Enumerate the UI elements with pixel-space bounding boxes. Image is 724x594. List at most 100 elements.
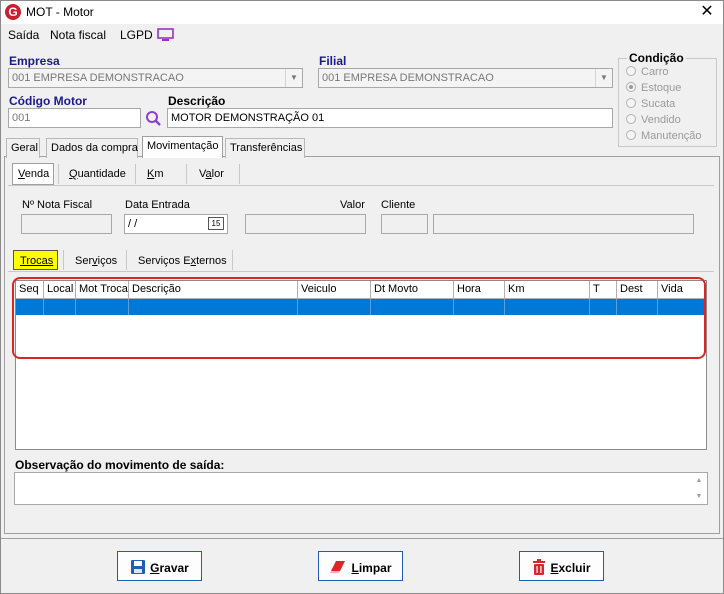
table-cell[interactable] (16, 299, 44, 315)
radio-manutencao[interactable]: Manutenção (626, 130, 702, 142)
subtab-km[interactable]: Km (144, 166, 167, 182)
grid-header: Seq Local Mot Troca Descrição Veiculo Dt… (16, 281, 706, 299)
table-cell[interactable] (298, 299, 371, 315)
col-hora[interactable]: Hora (454, 281, 505, 299)
col-descricao[interactable]: Descrição (129, 281, 298, 299)
divider (63, 250, 64, 270)
radio-icon[interactable] (626, 82, 636, 92)
col-veiculo[interactable]: Veiculo (298, 281, 371, 299)
nota-fiscal-input[interactable] (21, 214, 112, 234)
radio-label: Vendido (641, 114, 681, 126)
nota-fiscal-label: Nº Nota Fiscal (22, 199, 93, 211)
menu-lgpd[interactable]: LGPD (120, 28, 153, 42)
col-seq[interactable]: Seq (16, 281, 44, 299)
divider (58, 164, 59, 184)
radio-estoque[interactable]: Estoque (626, 82, 681, 94)
app-logo-icon: G (5, 4, 21, 20)
radio-carro[interactable]: Carro (626, 66, 669, 78)
empresa-label: Empresa (9, 54, 60, 68)
radio-sucata[interactable]: Sucata (626, 98, 675, 110)
codigo-label: Código Motor (9, 94, 87, 108)
radio-label: Sucata (641, 98, 676, 110)
scroll-up-icon[interactable]: ▲ (693, 475, 705, 487)
cliente-code-input[interactable] (381, 214, 428, 234)
observacao-label: Observação do movimento de saída: (15, 458, 225, 472)
radio-label: Carro (641, 66, 669, 78)
condicao-label: Condição (627, 51, 686, 65)
close-icon[interactable]: ✕ (695, 2, 719, 22)
tab-dados-compra[interactable]: Dados da compra (46, 138, 138, 158)
radio-label: Manutenção (641, 130, 702, 142)
table-cell[interactable] (129, 299, 298, 315)
col-mot-troca[interactable]: Mot Troca (76, 281, 129, 299)
table-cell[interactable] (617, 299, 658, 315)
codigo-input[interactable]: 001 (8, 108, 141, 128)
divider (239, 164, 240, 184)
title-bar (1, 1, 723, 24)
table-cell[interactable] (454, 299, 505, 315)
radio-vendido[interactable]: Vendido (626, 114, 681, 126)
calendar-icon[interactable]: 15 (208, 217, 224, 230)
subtab-valor[interactable]: Valor (196, 166, 227, 182)
divider (8, 185, 714, 186)
divider (8, 271, 714, 272)
filial-label: Filial (319, 54, 347, 68)
observacao-textarea[interactable]: ▲ ▼ (14, 472, 708, 505)
divider (186, 164, 187, 184)
divider (232, 250, 233, 270)
monitor-icon[interactable] (157, 28, 174, 45)
filial-value: 001 EMPRESA DEMONSTRACAO (322, 72, 494, 84)
menu-nota-fiscal[interactable]: Nota fiscal (50, 28, 106, 42)
chevron-down-icon[interactable]: ▼ (595, 69, 612, 87)
col-vida[interactable]: Vida (658, 281, 706, 299)
radio-icon[interactable] (626, 98, 636, 108)
table-cell[interactable] (44, 299, 76, 315)
empresa-select[interactable]: 001 EMPRESA DEMONSTRACAO ▼ (8, 68, 303, 88)
radio-icon[interactable] (626, 130, 636, 140)
radio-label: Estoque (641, 82, 682, 94)
valor-input[interactable] (245, 214, 366, 234)
data-entrada-label: Data Entrada (125, 199, 190, 211)
subtab-venda[interactable]: Venda (15, 166, 52, 182)
table-cell[interactable] (76, 299, 129, 315)
col-t[interactable]: T (590, 281, 617, 299)
radio-icon[interactable] (626, 114, 636, 124)
gravar-button[interactable]: Gravar (117, 551, 202, 581)
descricao-label: Descrição (168, 94, 226, 108)
menu-saida[interactable]: Saída (8, 28, 39, 42)
chevron-down-icon[interactable]: ▼ (285, 69, 302, 87)
excluir-button[interactable]: Excluir (519, 551, 604, 581)
save-icon (130, 559, 146, 578)
table-cell[interactable] (658, 299, 706, 315)
col-km[interactable]: Km (505, 281, 590, 299)
inner-tab-trocas[interactable]: Trocas (17, 253, 56, 269)
scroll-down-icon[interactable]: ▼ (693, 491, 705, 503)
cliente-name-input[interactable] (433, 214, 694, 234)
table-row[interactable] (16, 299, 706, 315)
eraser-icon (329, 559, 347, 578)
col-local[interactable]: Local (44, 281, 76, 299)
table-cell[interactable] (371, 299, 454, 315)
trocas-grid[interactable]: Seq Local Mot Troca Descrição Veiculo Dt… (15, 280, 707, 450)
col-dest[interactable]: Dest (617, 281, 658, 299)
window-title: MOT - Motor (26, 5, 94, 19)
radio-icon[interactable] (626, 66, 636, 76)
tab-transferencias[interactable]: Transferências (225, 138, 305, 158)
subtab-quantidade[interactable]: Quantidade (66, 166, 129, 182)
tab-geral[interactable]: Geral (6, 138, 40, 158)
trash-icon (532, 559, 546, 578)
tab-movimentacao[interactable]: Movimentação (142, 136, 223, 158)
cliente-label: Cliente (381, 199, 416, 211)
descricao-input[interactable]: MOTOR DEMONSTRAÇÃO 01 (167, 108, 613, 128)
valor-label: Valor (340, 199, 365, 211)
table-cell[interactable] (505, 299, 590, 315)
search-icon[interactable] (145, 110, 162, 130)
divider (1, 538, 723, 539)
divider (135, 164, 136, 184)
filial-select[interactable]: 001 EMPRESA DEMONSTRACAO ▼ (318, 68, 613, 88)
table-cell[interactable] (590, 299, 617, 315)
inner-tab-servicos[interactable]: Serviços (72, 253, 120, 269)
inner-tab-servicos-externos[interactable]: Serviços Externos (135, 253, 230, 269)
limpar-button[interactable]: Limpar (318, 551, 403, 581)
col-dt-movto[interactable]: Dt Movto (371, 281, 454, 299)
